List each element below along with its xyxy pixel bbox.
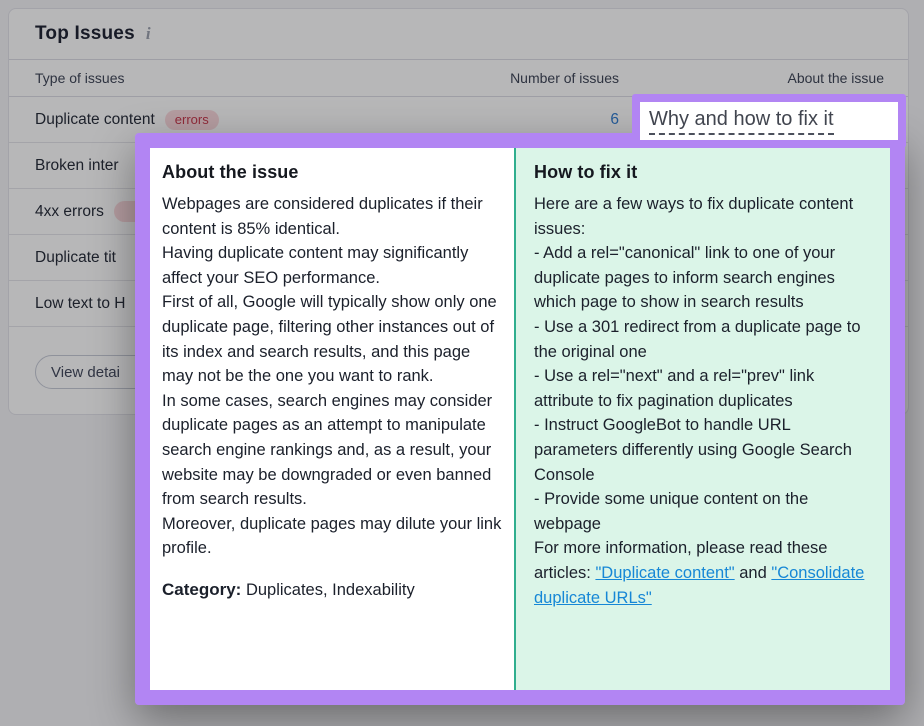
more-info-middle: and [735,564,772,582]
how-to-fix-body: Here are a few ways to fix duplicate con… [534,192,874,536]
why-how-to-fix-label: Why and how to fix it [649,108,834,135]
category-line: Category: Duplicates, Indexability [162,580,504,600]
category-label: Category: [162,580,241,599]
category-value: Duplicates, Indexability [241,581,414,599]
page: Top Issues i Type of issues Number of is… [0,0,924,726]
about-issue-title: About the issue [162,162,504,183]
duplicate-content-link[interactable]: "Duplicate content" [595,564,734,582]
why-how-to-fix-link[interactable]: Why and how to fix it [632,94,906,148]
about-issue-panel: About the issue Webpages are considered … [150,148,514,690]
how-to-fix-panel: How to fix it Here are a few ways to fix… [514,148,890,690]
how-to-fix-title: How to fix it [534,162,874,183]
issue-details-popup: About the issue Webpages are considered … [135,133,905,705]
more-info-line: For more information, please read these … [534,536,874,610]
about-issue-body: Webpages are considered duplicates if th… [162,192,504,561]
